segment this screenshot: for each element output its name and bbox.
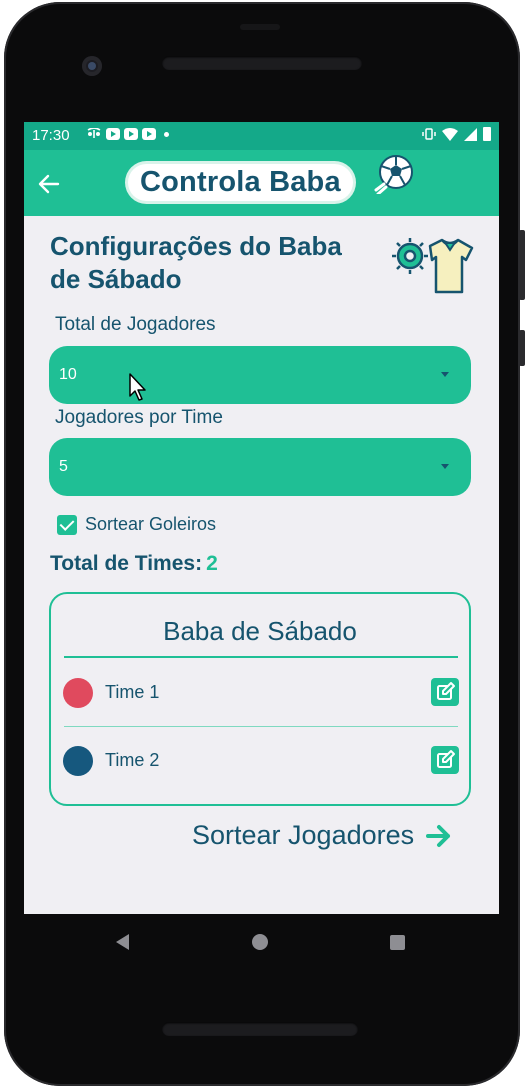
sort-players-button[interactable]: Sortear Jogadores: [192, 820, 452, 851]
team-row: Time 2: [63, 740, 459, 784]
system-icons: [422, 127, 491, 141]
app-logo: Controla Baba: [128, 155, 413, 202]
back-button[interactable]: [38, 168, 60, 201]
battery-icon: [483, 127, 491, 141]
total-teams-value: 2: [206, 552, 218, 575]
dropdown-caret-icon: [441, 464, 449, 469]
total-teams-summary: Total de Times: 2: [50, 552, 218, 576]
nav-home-icon[interactable]: [252, 934, 268, 950]
nav-recents-icon[interactable]: [390, 935, 405, 950]
power-button: [519, 330, 525, 366]
front-camera: [82, 56, 102, 76]
total-teams-label: Total de Times:: [50, 552, 203, 575]
players-per-team-label: Jogadores por Time: [55, 407, 223, 428]
settings-shirt-icon: [392, 238, 474, 294]
earpiece: [240, 24, 280, 30]
page-title: Configurações do Baba de Sábado: [50, 231, 342, 294]
youtube-icon: [124, 128, 138, 140]
more-notifications-dot-icon: [164, 131, 169, 137]
mouse-cursor-icon: [129, 373, 146, 401]
total-players-label: Total de Jogadores: [55, 314, 216, 335]
soccer-ball-icon: [374, 155, 413, 194]
device-frame: 17:30 Controla Baba Configurações do Bab…: [0, 0, 525, 1088]
youtube-icon: [142, 128, 156, 140]
logo-text: Controla Baba: [128, 163, 353, 201]
team-name: Time 1: [105, 682, 160, 702]
card-divider: [64, 656, 458, 658]
volume-button: [519, 230, 525, 300]
sort-goalkeepers-option[interactable]: Sortear Goleiros: [57, 514, 216, 535]
screen: 17:30 Controla Baba Configurações do Bab…: [24, 122, 499, 914]
notification-icons: [86, 128, 169, 140]
total-players-select[interactable]: 10: [49, 346, 471, 404]
app-bar: Controla Baba: [24, 150, 499, 216]
edit-team-button[interactable]: [431, 746, 459, 774]
bluetooth-share-icon: [87, 128, 101, 138]
edit-icon: [437, 750, 455, 768]
sort-goalkeepers-label: Sortear Goleiros: [85, 514, 217, 534]
team-row: Time 1: [63, 672, 459, 716]
team-divider: [64, 726, 458, 727]
players-per-team-value: 5: [59, 458, 68, 475]
teams-card-title: Baba de Sábado: [163, 616, 357, 646]
sort-players-label: Sortear Jogadores: [192, 820, 415, 850]
players-per-team-select[interactable]: 5: [49, 438, 471, 496]
team-color-dot: [63, 678, 93, 708]
signal-icon: [464, 127, 477, 141]
edit-icon: [437, 682, 455, 700]
total-players-value: 10: [59, 366, 77, 383]
top-speaker: [162, 56, 362, 70]
status-time: 17:30: [32, 127, 70, 144]
wifi-icon: [442, 127, 458, 141]
nav-back-icon[interactable]: [116, 934, 129, 950]
sort-goalkeepers-checkbox[interactable]: [57, 514, 77, 535]
arrow-right-icon: [426, 824, 451, 847]
vibrate-icon: [422, 128, 436, 140]
dropdown-caret-icon: [441, 372, 449, 377]
edit-team-button[interactable]: [431, 678, 459, 706]
team-color-dot: [63, 746, 93, 776]
team-name: Time 2: [105, 750, 160, 770]
youtube-icon: [106, 128, 120, 140]
teams-card: Baba de Sábado Time 1 Time 2: [49, 592, 471, 806]
bottom-speaker: [162, 1022, 358, 1036]
arrow-left-icon: [38, 174, 60, 194]
status-bar: 17:30: [24, 122, 499, 150]
system-nav-bar: [24, 914, 499, 972]
